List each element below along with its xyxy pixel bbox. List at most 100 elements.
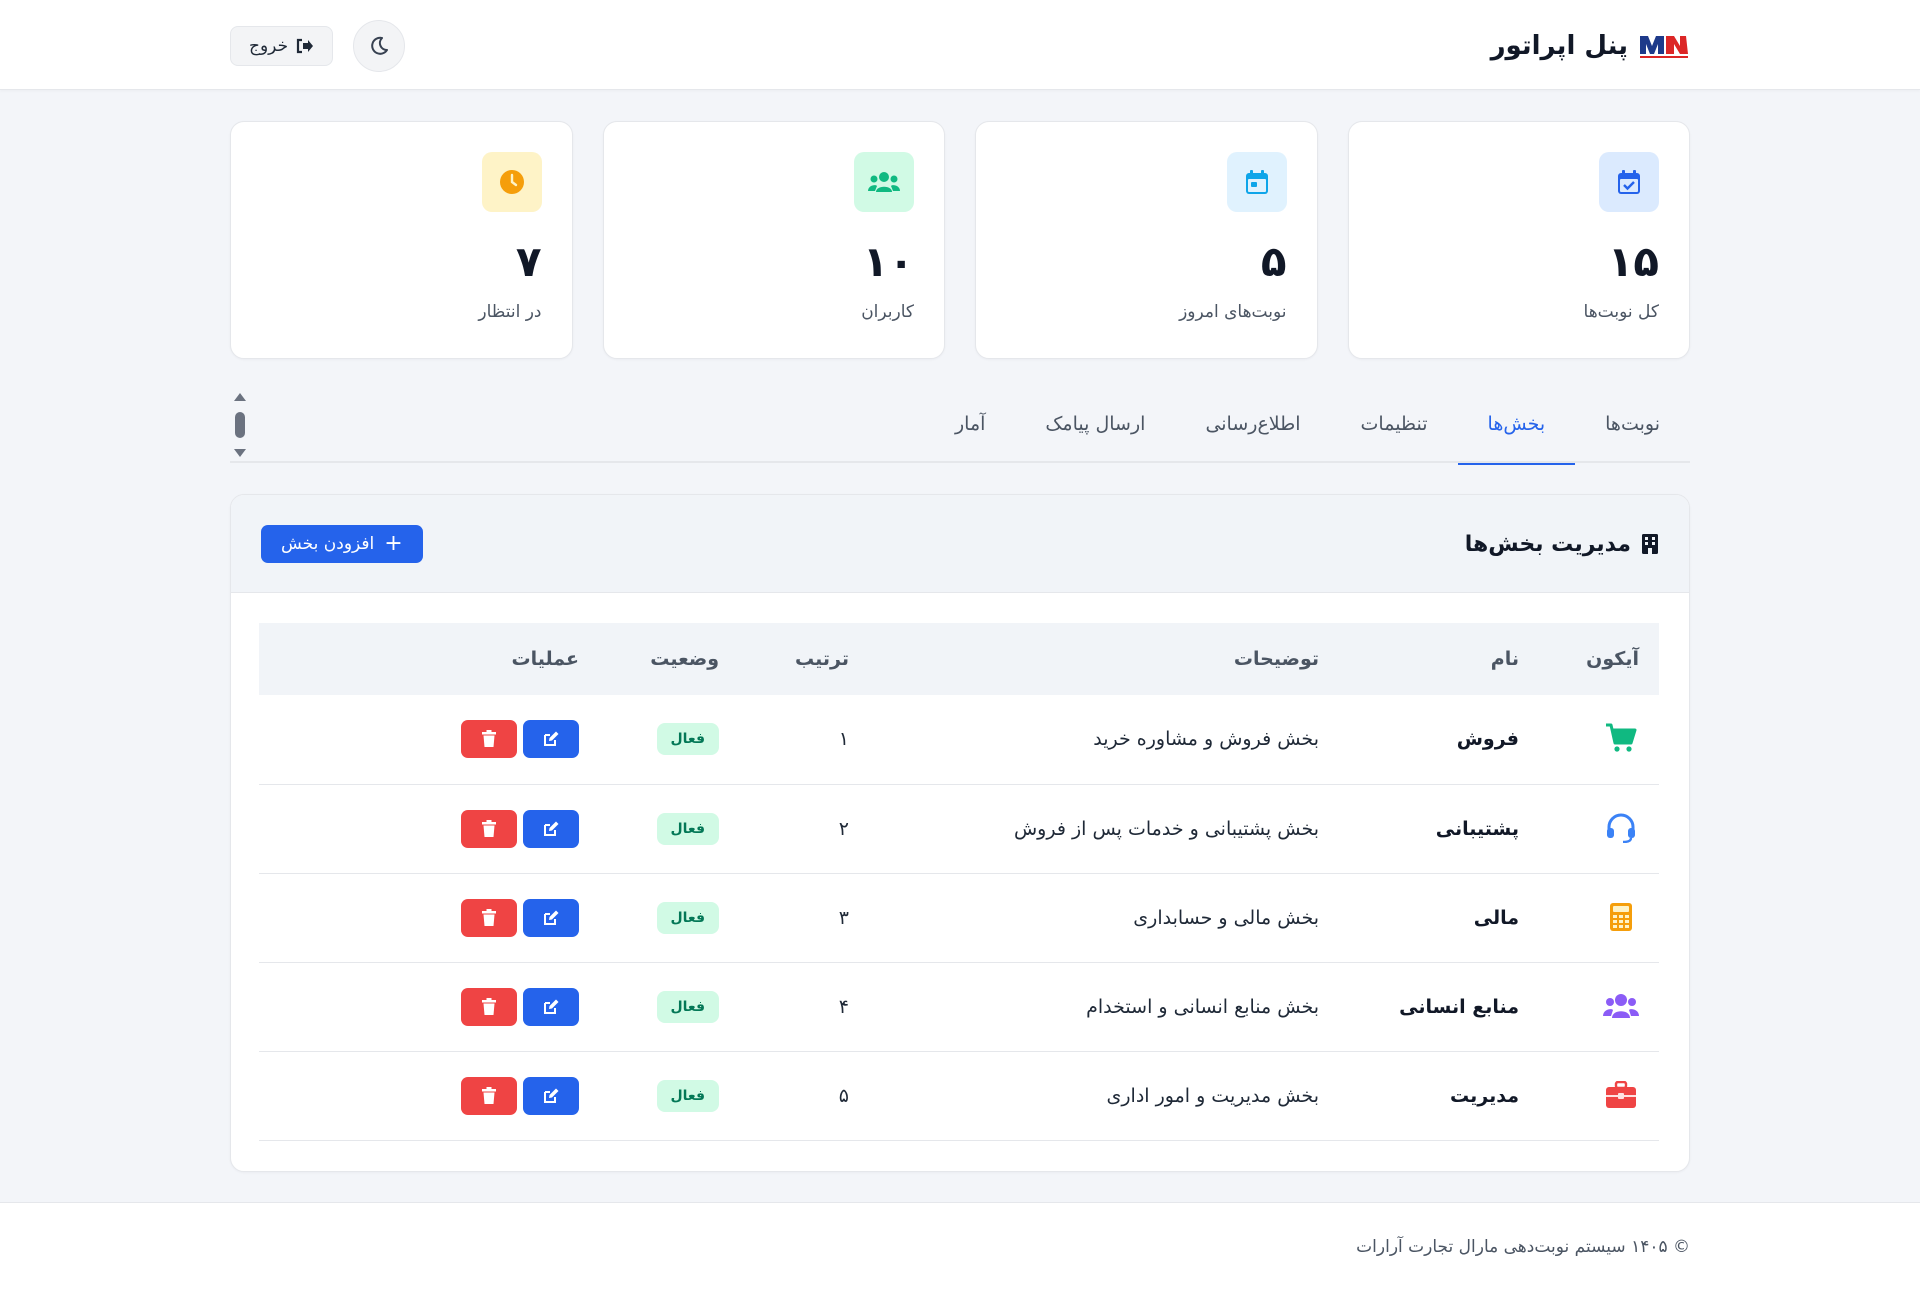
tab-send-sms[interactable]: ارسال پیامک: [1015, 385, 1175, 463]
table-row: فروش بخش فروش و مشاوره خرید ۱ فعال: [259, 695, 1659, 785]
department-name: فروش: [1339, 695, 1539, 785]
logout-label: خروج: [249, 36, 289, 56]
department-description: بخش مالی و حسابداری: [869, 873, 1339, 963]
table-row: مدیریت بخش مدیریت و امور اداری ۵ فعال: [259, 1051, 1659, 1141]
department-description: بخش فروش و مشاوره خرید: [869, 695, 1339, 785]
tab-statistics[interactable]: آمار: [925, 385, 1015, 463]
stat-icon-box: [481, 152, 542, 212]
status-badge: فعال: [656, 990, 719, 1023]
delete-button[interactable]: [461, 809, 517, 848]
top-header: پنل اپراتور خروج: [0, 0, 1920, 90]
department-order: ۳: [739, 873, 869, 963]
stat-value: ۱۵: [1607, 237, 1659, 286]
status-badge: فعال: [656, 901, 719, 934]
moon-icon: [371, 36, 389, 55]
scroll-up-arrow-icon[interactable]: [234, 393, 246, 401]
departments-panel: مدیریت بخش‌ها + افزودن بخش آیکون نام توض…: [230, 494, 1690, 1172]
stat-value: ۷: [515, 237, 542, 286]
column-header-name: نام: [1490, 648, 1519, 670]
edit-button[interactable]: [523, 720, 579, 759]
delete-button[interactable]: [461, 898, 517, 937]
add-department-label: افزودن بخش: [281, 534, 375, 554]
edit-icon: [544, 910, 559, 925]
stat-value: ۵: [1260, 237, 1287, 286]
tab-list: نوبت‌ها بخش‌ها تنظیمات اطلاع‌رسانی ارسال…: [925, 385, 1690, 465]
logout-button[interactable]: خروج: [230, 26, 334, 66]
edit-button[interactable]: [523, 1076, 579, 1115]
stat-card-total-appointments: ۱۵ کل نوبت‌ها: [1347, 121, 1690, 359]
brand: پنل اپراتور: [1491, 26, 1690, 66]
footer-copyright: © ۱۴۰۵ سیستم نوبت‌دهی مارال تجارت آرارات: [1356, 1237, 1690, 1257]
panel-title: مدیریت بخش‌ها: [1465, 525, 1659, 563]
department-name: منابع انسانی: [1339, 962, 1539, 1052]
department-description: بخش مدیریت و امور اداری: [869, 1051, 1339, 1141]
stat-label: نوبت‌های امروز: [1179, 302, 1287, 322]
users-icon: [868, 172, 900, 192]
calendar-day-icon: [1245, 170, 1268, 194]
stat-label: کاربران: [861, 302, 914, 322]
column-header-description: توضیحات: [1233, 648, 1319, 670]
stat-label: کل نوبت‌ها: [1583, 302, 1659, 322]
department-order: ۲: [739, 784, 869, 874]
stat-icon-box: [854, 152, 914, 212]
row-actions: [279, 898, 579, 937]
users-icon: [1603, 988, 1639, 1024]
calendar-check-icon: [1618, 170, 1640, 194]
department-description: بخش منابع انسانی و استخدام: [869, 962, 1339, 1052]
table-header-row: آیکون نام توضیحات ترتیب وضعیت عملیات: [259, 623, 1659, 695]
theme-toggle-button[interactable]: [353, 20, 406, 72]
edit-icon: [544, 731, 559, 747]
building-icon: [1642, 534, 1658, 554]
header-actions: خروج: [230, 20, 406, 72]
departments-table-wrap: آیکون نام توضیحات ترتیب وضعیت عملیات فرو…: [259, 623, 1659, 1141]
footer: © ۱۴۰۵ سیستم نوبت‌دهی مارال تجارت آرارات: [0, 1202, 1920, 1291]
row-actions: [279, 720, 579, 759]
brand-logo: [1640, 36, 1688, 58]
trash-icon: [482, 908, 496, 926]
delete-button[interactable]: [461, 987, 517, 1026]
stat-card-pending: ۷ در انتظار: [230, 121, 573, 359]
edit-icon: [544, 999, 559, 1014]
delete-button[interactable]: [461, 1076, 517, 1115]
department-description: بخش پشتیبانی و خدمات پس از فروش: [869, 784, 1339, 874]
sign-out-icon: [296, 38, 314, 54]
edit-button[interactable]: [523, 987, 579, 1026]
scroll-thumb[interactable]: [235, 412, 245, 438]
tab-scrollbar[interactable]: [230, 393, 250, 457]
tab-notifications[interactable]: اطلاع‌رسانی: [1175, 385, 1330, 463]
department-name: مالی: [1339, 873, 1539, 963]
status-badge: فعال: [656, 723, 719, 756]
stat-card-users: ۱۰ کاربران: [602, 121, 945, 359]
edit-button[interactable]: [523, 809, 579, 848]
edit-icon: [544, 821, 559, 836]
edit-icon: [544, 1088, 559, 1103]
table-row: مالی بخش مالی و حسابداری ۳ فعال: [259, 873, 1659, 963]
add-department-button[interactable]: + افزودن بخش: [261, 525, 423, 563]
status-badge: فعال: [656, 812, 719, 845]
table-row: پشتیبانی بخش پشتیبانی و خدمات پس از فروش…: [259, 784, 1659, 874]
tab-appointments[interactable]: نوبت‌ها: [1575, 385, 1690, 463]
trash-icon: [482, 997, 496, 1015]
page-title: پنل اپراتور: [1490, 31, 1628, 61]
tab-settings[interactable]: تنظیمات: [1331, 385, 1458, 463]
department-order: ۵: [739, 1051, 869, 1141]
column-header-order: ترتیب: [795, 648, 849, 670]
department-order: ۱: [739, 695, 869, 785]
stat-value: ۱۰: [862, 237, 914, 286]
edit-button[interactable]: [523, 898, 579, 937]
department-order: ۴: [739, 962, 869, 1052]
panel-header: مدیریت بخش‌ها + افزودن بخش: [231, 495, 1689, 593]
scroll-down-arrow-icon[interactable]: [234, 449, 246, 457]
trash-icon: [482, 730, 496, 748]
departments-table: آیکون نام توضیحات ترتیب وضعیت عملیات فرو…: [259, 623, 1659, 1141]
table-row: منابع انسانی بخش منابع انسانی و استخدام …: [259, 962, 1659, 1052]
tab-departments[interactable]: بخش‌ها: [1457, 385, 1576, 465]
delete-button[interactable]: [461, 720, 517, 759]
stat-icon-box: [1599, 152, 1659, 212]
panel-title-text: مدیریت بخش‌ها: [1464, 531, 1631, 557]
row-actions: [279, 1076, 579, 1115]
column-header-status: وضعیت: [650, 648, 719, 670]
status-badge: فعال: [656, 1079, 719, 1112]
row-actions: [279, 809, 579, 848]
shopping-cart-icon: [1603, 720, 1639, 756]
